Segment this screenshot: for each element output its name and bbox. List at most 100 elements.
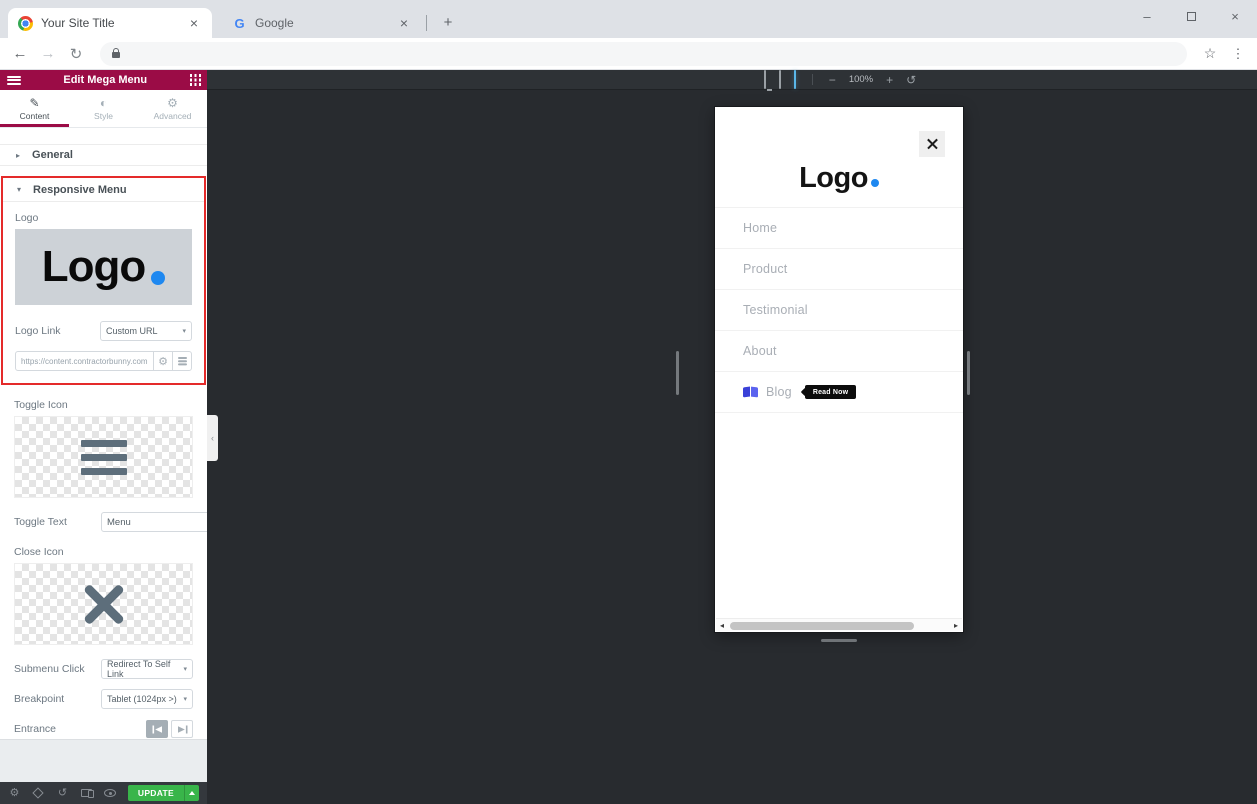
select-value: Tablet (1024px >) — [107, 694, 177, 704]
back-button[interactable]: ← — [6, 45, 34, 62]
panel-collapse-handle[interactable]: ‹ — [207, 415, 218, 461]
read-now-badge: Read Now — [805, 385, 856, 399]
responsive-mode-button[interactable] — [80, 786, 93, 800]
breakpoint-select[interactable]: Tablet (1024px >) ▾ — [101, 689, 193, 709]
logo-url-input[interactable] — [15, 351, 154, 371]
eye-icon — [104, 788, 116, 798]
screen: Your Site Title × G Google × + – × ← → ↻… — [0, 0, 1257, 804]
link-options-button[interactable]: ⚙ — [153, 351, 173, 371]
toolbar-divider — [812, 74, 813, 85]
browser-tab-your-site-title[interactable]: Your Site Title × — [8, 8, 212, 38]
dynamic-tags-button[interactable] — [172, 351, 192, 371]
select-value: Custom URL — [106, 326, 158, 336]
panel-bottom-fill — [0, 739, 207, 782]
mobile-device-button[interactable] — [794, 71, 796, 89]
window-controls: – × — [1125, 0, 1257, 32]
preview-menu-list: Home Product Testimonial About Blog Read… — [715, 207, 963, 413]
tab-label: Content — [20, 111, 50, 121]
submenu-click-select[interactable]: Redirect To Self Link ▾ — [101, 659, 193, 679]
zoom-in-button[interactable]: + — [886, 74, 893, 86]
toggle-text-input[interactable] — [101, 512, 207, 532]
resize-handle-bottom[interactable] — [821, 639, 857, 642]
menu-item-label: About — [743, 344, 777, 358]
database-icon — [178, 357, 187, 359]
tab-advanced[interactable]: ⚙ Advanced — [138, 90, 207, 127]
new-tab-button[interactable]: + — [436, 11, 460, 35]
section-general[interactable]: ▸ General — [0, 144, 207, 166]
tablet-device-button[interactable] — [779, 71, 781, 89]
close-window-button[interactable]: × — [1213, 9, 1257, 24]
browser-menu-icon[interactable]: ⋮ — [1223, 46, 1253, 62]
menu-item-testimonial[interactable]: Testimonial — [715, 290, 963, 331]
panel-tabs: ✎ Content ◐ Style ⚙ Advanced — [0, 90, 207, 128]
settings-button[interactable]: ⚙ — [8, 786, 21, 800]
slide-from-right-icon — [177, 725, 188, 734]
scrollbar-thumb[interactable] — [730, 622, 914, 630]
entrance-left-button[interactable] — [146, 720, 168, 738]
browser-toolbar: ← → ↻ ☆ ⋮ — [0, 38, 1257, 70]
tab-content[interactable]: ✎ Content — [0, 90, 69, 127]
logo-label: Logo — [15, 212, 192, 224]
widgets-grid-icon[interactable] — [190, 74, 193, 77]
menu-item-label: Home — [743, 221, 777, 235]
tab-close-icon[interactable]: × — [396, 15, 412, 31]
zoom-out-button[interactable]: − — [829, 74, 836, 86]
close-icon-media-preview[interactable] — [14, 563, 193, 645]
book-icon — [743, 387, 757, 398]
reset-zoom-button[interactable]: ↺ — [906, 74, 916, 86]
browser-tabstrip: Your Site Title × G Google × + – × — [0, 0, 1257, 38]
google-favicon-icon: G — [232, 16, 247, 31]
reload-button[interactable]: ↻ — [62, 45, 90, 63]
preview-logo[interactable]: Logo — [715, 162, 963, 195]
submenu-click-row: Submenu Click Redirect To Self Link ▾ — [0, 659, 207, 679]
menu-item-product[interactable]: Product — [715, 249, 963, 290]
browser-tab-google[interactable]: G Google × — [222, 8, 422, 38]
logo-url-group: ⚙ — [15, 351, 192, 371]
horizontal-scrollbar[interactable]: ◂ ▸ — [716, 618, 962, 631]
scroll-right-icon[interactable]: ▸ — [950, 619, 962, 631]
preview-logo-text: Logo — [799, 162, 868, 194]
update-button[interactable]: UPDATE — [128, 785, 184, 801]
toggle-icon-media-preview[interactable] — [14, 416, 193, 498]
panel-body: ▸ General ▾ Responsive Menu Logo Logo — [0, 128, 207, 782]
stage-toolbar: − 100% + ↺ — [207, 70, 1257, 90]
menu-item-label: Testimonial — [743, 303, 808, 317]
app-area: Edit Mega Menu ✎ Content ◐ Style ⚙ Advan… — [0, 70, 1257, 804]
address-bar[interactable] — [100, 42, 1187, 66]
preview-button[interactable] — [104, 786, 117, 800]
menu-item-blog[interactable]: Blog Read Now — [715, 372, 963, 413]
minimize-button[interactable]: – — [1125, 9, 1169, 24]
maximize-button[interactable] — [1169, 9, 1213, 24]
menu-close-button[interactable] — [919, 131, 945, 157]
navigator-icon — [33, 787, 44, 798]
panel-menu-icon[interactable] — [7, 76, 21, 85]
history-button[interactable]: ↺ — [56, 786, 69, 800]
entrance-right-button[interactable] — [171, 720, 193, 738]
resize-handle-left[interactable] — [676, 351, 679, 395]
logo-link-select[interactable]: Custom URL ▾ — [100, 321, 192, 341]
menu-item-home[interactable]: Home — [715, 208, 963, 249]
navigator-button[interactable] — [32, 786, 45, 800]
scroll-left-icon[interactable]: ◂ — [716, 619, 728, 631]
tab-style[interactable]: ◐ Style — [69, 90, 138, 127]
logo-media-preview[interactable]: Logo — [15, 229, 192, 305]
toggle-text-label: Toggle Text — [14, 516, 67, 528]
maximize-icon — [1187, 12, 1196, 21]
resize-handle-right[interactable] — [967, 351, 970, 395]
toggle-text-group — [101, 512, 193, 532]
menu-item-label: Blog — [766, 385, 792, 399]
submenu-click-label: Submenu Click — [14, 663, 85, 675]
section-responsive-menu[interactable]: ▾ Responsive Menu — [3, 178, 204, 202]
tab-close-icon[interactable]: × — [186, 15, 202, 31]
history-icon: ↺ — [58, 788, 67, 799]
forward-button[interactable]: → — [34, 45, 62, 62]
update-options-button[interactable] — [184, 785, 199, 801]
devices-icon — [81, 789, 92, 797]
desktop-device-button[interactable] — [764, 71, 766, 89]
close-x-icon — [79, 579, 129, 629]
menu-item-about[interactable]: About — [715, 331, 963, 372]
responsive-menu-highlight: ▾ Responsive Menu Logo Logo Logo Link Cu… — [1, 176, 206, 385]
bookmark-star-icon[interactable]: ☆ — [1197, 45, 1223, 62]
select-value: Redirect To Self Link — [107, 659, 183, 679]
caret-up-icon — [189, 791, 195, 795]
